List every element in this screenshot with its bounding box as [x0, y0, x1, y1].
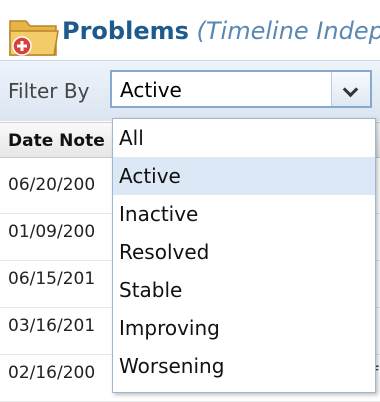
filter-option-worsening[interactable]: Worsening [113, 347, 375, 385]
chevron-down-icon [342, 81, 359, 98]
filter-dropdown-list: All Active Inactive Resolved Stable Impr… [112, 118, 376, 393]
filter-option-inactive[interactable]: Inactive [113, 195, 375, 233]
filter-dropdown-button[interactable] [331, 72, 370, 106]
column-header-date-noted[interactable]: Date Note [8, 131, 105, 151]
filter-bar: Filter By Active [0, 60, 380, 121]
panel-title-subtitle: (Timeline Indepe [196, 17, 380, 45]
row-date: 06/20/200 [8, 175, 96, 195]
filter-option-stable[interactable]: Stable [113, 271, 375, 309]
filter-label: Filter By [8, 79, 90, 103]
row-date: 02/16/200 [8, 363, 96, 383]
row-date: 03/16/201 [8, 316, 96, 336]
panel-title-main: Problems [62, 17, 189, 45]
row-date: 06/15/201 [8, 269, 96, 289]
filter-select[interactable]: Active [110, 70, 372, 108]
filter-option-improving[interactable]: Improving [113, 309, 375, 347]
panel-header: Problems (Timeline Indepe [0, 0, 380, 60]
filter-select-value: Active [120, 78, 182, 102]
filter-option-resolved[interactable]: Resolved [113, 233, 375, 271]
filter-option-active[interactable]: Active [113, 157, 375, 195]
row-date: 01/09/200 [8, 222, 96, 242]
panel-title: Problems (Timeline Indepe [62, 17, 380, 45]
folder-add-icon [9, 20, 59, 56]
filter-option-all[interactable]: All [113, 119, 375, 157]
